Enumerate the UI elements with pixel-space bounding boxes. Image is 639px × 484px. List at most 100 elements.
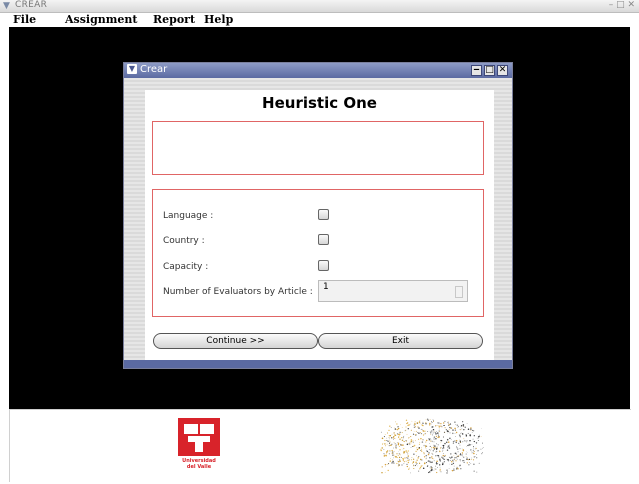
dot [467,444,469,447]
dot [405,460,407,462]
country-checkbox[interactable] [318,234,329,245]
dot [444,427,446,429]
dot [435,435,438,438]
dot [473,448,475,450]
maximize-button[interactable]: □ [484,65,495,76]
dot [455,439,458,442]
logo-caption-line2: del Valle [186,464,212,470]
dot [454,440,456,442]
dot [427,453,430,456]
dot [389,441,391,443]
dot [455,457,457,459]
dot [398,436,400,438]
dot [472,453,474,454]
dot [405,426,407,428]
dot [461,432,464,435]
dot [431,434,433,436]
language-checkbox[interactable] [318,209,329,220]
dot [413,434,415,435]
dot [468,464,470,466]
dot [418,470,420,472]
dot [433,441,435,443]
dot [457,426,458,428]
dot [388,453,390,455]
dot [457,448,459,450]
minimize-button[interactable]: ‒ [471,65,482,76]
dot [383,449,385,450]
dot [463,456,465,458]
dot [476,450,479,452]
dot [406,465,408,468]
dot [410,440,413,443]
dot [415,461,417,464]
exit-button[interactable]: Exit [318,333,483,349]
dot [470,428,472,430]
dot [407,461,410,464]
dot [410,472,411,474]
dot [450,453,452,455]
menu-file[interactable]: File [13,13,36,26]
menu-assignment[interactable]: Assignment [65,13,138,26]
dot [390,458,391,460]
dot [436,464,438,465]
dot [430,467,432,469]
dot [411,462,414,464]
spinner-arrows-icon[interactable] [455,286,463,298]
dot [420,450,421,451]
dot [432,446,435,449]
dot [401,444,402,446]
dot [453,456,456,459]
dot [398,445,400,448]
dot [472,446,475,448]
dot [472,438,474,440]
dot [407,424,409,427]
dot [400,424,401,426]
dot [436,431,437,433]
dot [406,457,408,459]
chevron-down-icon[interactable]: ▼ [127,64,137,74]
dot [415,463,418,465]
close-button[interactable]: ✕ [497,65,508,76]
dot [450,439,452,440]
evaluators-spinner[interactable]: 1 [318,280,468,302]
chevron-down-icon[interactable]: ▼ [3,1,10,11]
dot [448,447,451,449]
dot [459,454,462,456]
dot [468,443,470,446]
dot [426,450,429,453]
dot [389,450,391,452]
dot [459,464,461,466]
capacity-checkbox[interactable] [318,260,329,271]
dot [397,426,399,428]
dot [433,469,435,471]
dot [421,447,423,449]
dot [411,459,412,461]
dot [416,455,417,457]
dot [435,451,437,453]
dot [455,431,458,434]
dot [433,460,435,462]
capacity-label: Capacity : [163,262,209,272]
continue-button[interactable]: Continue >> [153,333,318,349]
menu-help[interactable]: Help [204,13,233,26]
logo-shape [184,424,198,434]
dot [430,448,432,450]
dot [450,427,453,429]
window-controls[interactable]: – □ ✕ [609,0,635,10]
dot [407,450,409,452]
dot [437,454,440,457]
dot [475,446,477,448]
dialog-title-bar[interactable]: ▼ Crear ‒ □ ✕ [124,63,512,78]
dot [434,431,436,433]
dot [454,458,456,460]
dot [425,448,427,450]
dot [389,434,392,437]
dot [419,468,421,469]
dot [437,436,439,439]
dot [445,441,448,443]
dot [387,463,389,465]
dot [442,450,444,451]
dot [430,423,432,425]
menu-report[interactable]: Report [153,13,195,26]
dot [470,463,472,464]
